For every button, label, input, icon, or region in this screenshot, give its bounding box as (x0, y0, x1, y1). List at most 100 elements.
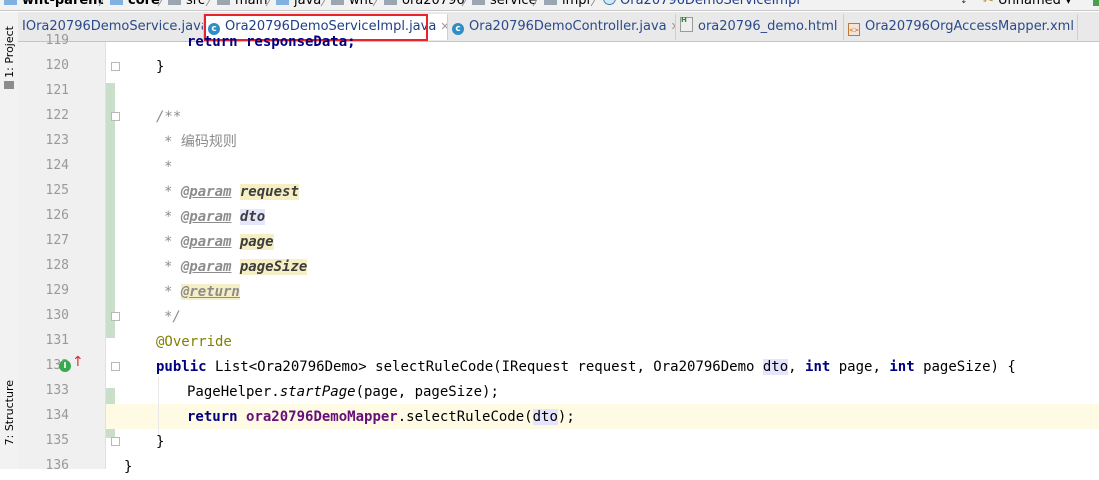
code-line-120: } (156, 55, 164, 80)
breadcrumb-item-core[interactable]: core (110, 0, 160, 10)
folder-icon (544, 0, 557, 5)
breadcrumb-item-class[interactable]: Ora20796DemoServiceImpl (603, 0, 800, 10)
code-line-128: * @param pageSize (164, 255, 307, 280)
line-number: 131 (18, 333, 69, 348)
javadoc-param-name: dto (240, 209, 265, 225)
code-token: .selectRuleCode( (398, 409, 533, 425)
code-token: List<Ora20796Demo> selectRuleCode(IReque… (207, 359, 763, 375)
code-line-119: return responseData; (187, 30, 356, 55)
doc-comment-open: /** (156, 109, 181, 125)
folder-icon (472, 0, 485, 5)
navigation-breadcrumb: wht-parent 〉 core 〉 src 〉 main 〉 java 〉 … (0, 0, 1099, 11)
code-line-126: * @param dto (164, 205, 265, 230)
left-tool-strip: 1: Project 7: Structure (0, 12, 19, 469)
line-number: 127 (18, 233, 69, 248)
keyword: int (805, 359, 830, 375)
chevron-right-icon: 〉 (590, 0, 602, 10)
doc-comment-star: * (164, 159, 172, 175)
code-token: return responseData; (187, 34, 356, 50)
javadoc-tag: @param (181, 259, 232, 275)
run-icon[interactable] (1093, 0, 1099, 6)
breadcrumb-item-wht-parent[interactable]: wht-parent (4, 0, 104, 10)
breadcrumb-item-java[interactable]: java (276, 0, 321, 10)
folder-icon (168, 0, 181, 5)
structure-tool-button[interactable]: 7: Structure (3, 380, 16, 445)
tab-label: IOra20796DemoService.java (22, 19, 204, 34)
build-icon[interactable]: ↕ (960, 0, 968, 10)
code-token: ); (558, 409, 575, 425)
code-line-129: * @return (164, 280, 240, 305)
line-number: 125 (18, 183, 69, 198)
code-token: (page, pageSize); (356, 384, 499, 400)
folder-icon (4, 0, 17, 5)
code-token: dto (533, 409, 558, 425)
code-token: } (124, 459, 132, 475)
line-number: 136 (18, 458, 69, 473)
folder-icon (276, 0, 289, 5)
tab-ora20796orgaccessmapper-xml[interactable]: <>Ora20796OrgAccessMapper.xml✕ (844, 14, 1078, 40)
doc-comment-star: * (164, 234, 181, 250)
html-icon (680, 17, 693, 32)
run-config-dropdown[interactable]: ✂ Unnamed ▾ (983, 0, 1072, 10)
breadcrumb-item-ora20796[interactable]: ora20796 (384, 0, 465, 10)
keyword: public (156, 359, 207, 375)
code-line-136: } (124, 455, 132, 480)
field: ora20796DemoMapper (246, 409, 398, 425)
breadcrumb-item-src[interactable]: src (168, 0, 205, 10)
javadoc-param-name: pageSize (240, 259, 307, 275)
code-token: PageHelper. (187, 384, 280, 400)
breadcrumb-item-wht[interactable]: wht (331, 0, 373, 10)
code-line-135: } (156, 430, 164, 455)
static-method: startPage (280, 384, 356, 400)
folder-icon (331, 0, 344, 5)
line-number: 122 (18, 108, 69, 123)
annotation: @Override (156, 334, 232, 350)
doc-comment-star: * (164, 134, 181, 150)
code-token: } (156, 434, 164, 450)
tab-ora20796-demo-html[interactable]: ora20796_demo.html✕ (676, 14, 844, 40)
doc-comment-star: * (164, 184, 181, 200)
code-line-134: return ora20796DemoMapper.selectRuleCode… (187, 405, 575, 430)
line-number: 128 (18, 258, 69, 273)
config-icon: ✂ (983, 0, 994, 8)
code-line-130: */ (164, 305, 181, 330)
doc-comment-close: */ (164, 309, 181, 325)
tab-ora20796democontroller[interactable]: cOra20796DemoController.java✕ (448, 14, 676, 40)
breadcrumb-item-impl[interactable]: impl (544, 0, 590, 10)
code-line-133: PageHelper.startPage(page, pageSize); (187, 380, 499, 405)
editor-tab-bar: IOra20796DemoService.java ✕ cOra20796Demo… (18, 12, 1099, 42)
chevron-down-icon: ▾ (1065, 0, 1072, 8)
code-line-132: public List<Ora20796Demo> selectRuleCode… (156, 355, 1016, 380)
close-icon[interactable]: ✕ (440, 20, 448, 33)
keyword: return (187, 409, 238, 425)
code-line-127: * @param page (164, 230, 274, 255)
indent-guide (158, 377, 159, 437)
line-number: 121 (18, 83, 69, 98)
code-editor[interactable]: return responseData; } /** * 编码规则 * * @p… (106, 42, 1099, 469)
chevron-right-icon: 〉 (532, 0, 544, 10)
class-icon: c (452, 23, 464, 35)
folder-icon (110, 0, 123, 5)
code-line-122: /** (156, 105, 181, 130)
code-token: } (156, 59, 164, 75)
line-number: 133 (18, 383, 69, 398)
javadoc-tag: @param (181, 234, 232, 250)
breadcrumb-item-main[interactable]: main (217, 0, 267, 10)
chevron-right-icon: 〉 (205, 0, 217, 10)
code-line-125: * @param request (164, 180, 299, 205)
project-tool-button[interactable]: 1: Project (3, 26, 16, 78)
line-number: 123 (18, 133, 69, 148)
implements-method-icon[interactable]: I (59, 360, 71, 372)
arrow-up-icon[interactable]: ↑ (72, 355, 84, 369)
line-number: 126 (18, 208, 69, 223)
javadoc-tag: @return (181, 284, 240, 300)
tab-label: Ora20796OrgAccessMapper.xml (865, 19, 1074, 34)
breadcrumb-item-service[interactable]: service (472, 0, 537, 10)
code-line-123: * 编码规则 (164, 130, 237, 155)
code-token: dto (763, 359, 788, 375)
keyword: int (889, 359, 914, 375)
chevron-right-icon: 〉 (372, 0, 384, 10)
javadoc-param-name: page (240, 234, 274, 250)
code-token: , (788, 359, 805, 375)
line-number: 130 (18, 308, 69, 323)
